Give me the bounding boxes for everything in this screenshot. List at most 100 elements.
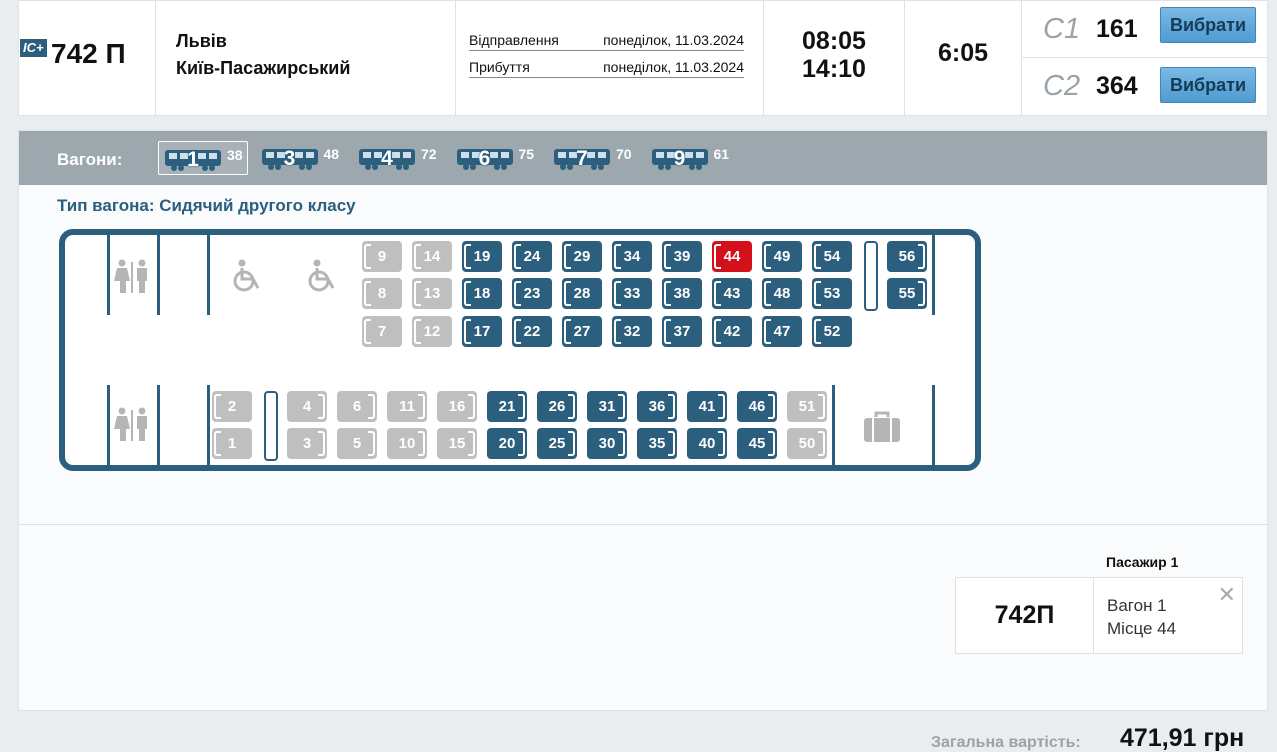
- section-divider: [19, 524, 1267, 525]
- seat-6: 6: [337, 391, 377, 422]
- passenger-ticket-card: 742П Вагон 1 Місце 44 ✕: [955, 577, 1243, 654]
- seat-31[interactable]: 31: [587, 391, 627, 422]
- total-value: 471,91 грн: [1120, 724, 1245, 752]
- wagon-free-seats: 70: [616, 146, 632, 162]
- seat-49[interactable]: 49: [762, 241, 802, 272]
- route-to: Київ-Пасажирський: [176, 58, 351, 78]
- partition-line: [207, 385, 210, 465]
- seat-21[interactable]: 21: [487, 391, 527, 422]
- seat-25[interactable]: 25: [537, 428, 577, 459]
- seat-18[interactable]: 18: [462, 278, 502, 309]
- table-slot: [264, 391, 278, 461]
- seat-34[interactable]: 34: [612, 241, 652, 272]
- car-seat-map: 9 14 19 24 29 34 39 44 49 54 8 13 18 23 28 33 38 43 48 53 7 1…: [59, 229, 981, 471]
- arrival-date: понеділок, 11.03.2024: [603, 59, 744, 75]
- train-number: 742 П: [51, 38, 126, 69]
- wagon-number: 3: [283, 147, 296, 170]
- wagon-number: 4: [381, 147, 393, 170]
- seat-52[interactable]: 52: [812, 316, 852, 347]
- seat-47[interactable]: 47: [762, 316, 802, 347]
- wagon-tab-1[interactable]: 1 38: [158, 141, 248, 175]
- departure-time: 08:05: [802, 27, 866, 55]
- seat-37[interactable]: 37: [662, 316, 702, 347]
- seat-38[interactable]: 38: [662, 278, 702, 309]
- luggage-icon: [864, 411, 900, 442]
- wagon-tab-9[interactable]: 9 61: [646, 141, 736, 175]
- seat-36[interactable]: 36: [637, 391, 677, 422]
- seat-24[interactable]: 24: [512, 241, 552, 272]
- seat-23[interactable]: 23: [512, 278, 552, 309]
- seat-8: 8: [362, 278, 402, 309]
- times-cell: 08:05 14:10: [764, 1, 905, 115]
- departure-line: Відправлення понеділок, 11.03.2024: [469, 32, 744, 51]
- partition-line: [157, 235, 160, 315]
- remove-ticket-close-icon[interactable]: ✕: [1218, 584, 1236, 606]
- seat-32[interactable]: 32: [612, 316, 652, 347]
- wagon-free-seats: 61: [713, 146, 730, 162]
- seat-35[interactable]: 35: [637, 428, 677, 459]
- wagon-tab-3[interactable]: 3 48: [256, 141, 346, 175]
- seat-4: 4: [287, 391, 327, 422]
- choose-c2-button[interactable]: Вибрати: [1160, 67, 1256, 103]
- seat-42[interactable]: 42: [712, 316, 752, 347]
- seat-54[interactable]: 54: [812, 241, 852, 272]
- seat-40[interactable]: 40: [687, 428, 727, 459]
- seat-28[interactable]: 28: [562, 278, 602, 309]
- seat-12: 12: [412, 316, 452, 347]
- seat-53[interactable]: 53: [812, 278, 852, 309]
- travel-duration: 6:05: [937, 39, 989, 67]
- seat-39[interactable]: 39: [662, 241, 702, 272]
- seat-17[interactable]: 17: [462, 316, 502, 347]
- seat-9: 9: [362, 241, 402, 272]
- toilet-icon: [114, 407, 147, 441]
- class-code: С1: [1043, 12, 1081, 45]
- arrival-line: Прибуття понеділок, 11.03.2024: [469, 59, 744, 78]
- seat-19[interactable]: 19: [462, 241, 502, 272]
- seat-26[interactable]: 26: [537, 391, 577, 422]
- seat-10: 10: [387, 428, 427, 459]
- departure-label: Відправлення: [469, 32, 559, 48]
- wagon-tab-7[interactable]: 7 70: [548, 141, 638, 175]
- seat-33[interactable]: 33: [612, 278, 652, 309]
- seat-2: 2: [212, 391, 252, 422]
- toilet-icon: [114, 259, 147, 293]
- wagon-free-seats: 48: [323, 146, 340, 162]
- seat-43[interactable]: 43: [712, 278, 752, 309]
- total-label: Загальна вартість:: [931, 734, 1081, 751]
- partition-line: [207, 235, 210, 315]
- seat-7: 7: [362, 316, 402, 347]
- partition-line: [107, 235, 110, 315]
- seat-5: 5: [337, 428, 377, 459]
- seat-15: 15: [437, 428, 477, 459]
- class-row-c2: С2 364 Вибрати: [1022, 58, 1267, 115]
- wagons-label: Вагони:: [57, 150, 123, 169]
- ticket-train-number: 742П: [956, 578, 1094, 653]
- wagon-tab-4[interactable]: 4 72: [353, 141, 443, 175]
- seat-44[interactable]: 44: [712, 241, 752, 272]
- seat-48[interactable]: 48: [762, 278, 802, 309]
- class-free-count: 364: [1096, 72, 1138, 100]
- seat-22[interactable]: 22: [512, 316, 552, 347]
- wagon-number: 7: [576, 147, 588, 170]
- seat-29[interactable]: 29: [562, 241, 602, 272]
- duration-cell: 6:05: [905, 1, 1022, 115]
- wagon-tab-6[interactable]: 6 75: [451, 141, 541, 175]
- seat-30[interactable]: 30: [587, 428, 627, 459]
- partition-line: [932, 235, 935, 315]
- wheelchair-icon: [233, 259, 260, 292]
- seat-41[interactable]: 41: [687, 391, 727, 422]
- wagon-free-seats: 75: [518, 146, 535, 162]
- seat-46[interactable]: 46: [737, 391, 777, 422]
- seat-27[interactable]: 27: [562, 316, 602, 347]
- choose-c1-button[interactable]: Вибрати: [1160, 7, 1256, 43]
- seat-55[interactable]: 55: [887, 278, 927, 309]
- class-free-count: 161: [1096, 14, 1138, 43]
- dates-cell: Відправлення понеділок, 11.03.2024 Прибу…: [456, 1, 764, 115]
- seat-3: 3: [287, 428, 327, 459]
- wheelchair-icon: [308, 259, 335, 292]
- seat-51: 51: [787, 391, 827, 422]
- arrival-label: Прибуття: [469, 59, 530, 75]
- seat-45[interactable]: 45: [737, 428, 777, 459]
- seat-56[interactable]: 56: [887, 241, 927, 272]
- seat-20[interactable]: 20: [487, 428, 527, 459]
